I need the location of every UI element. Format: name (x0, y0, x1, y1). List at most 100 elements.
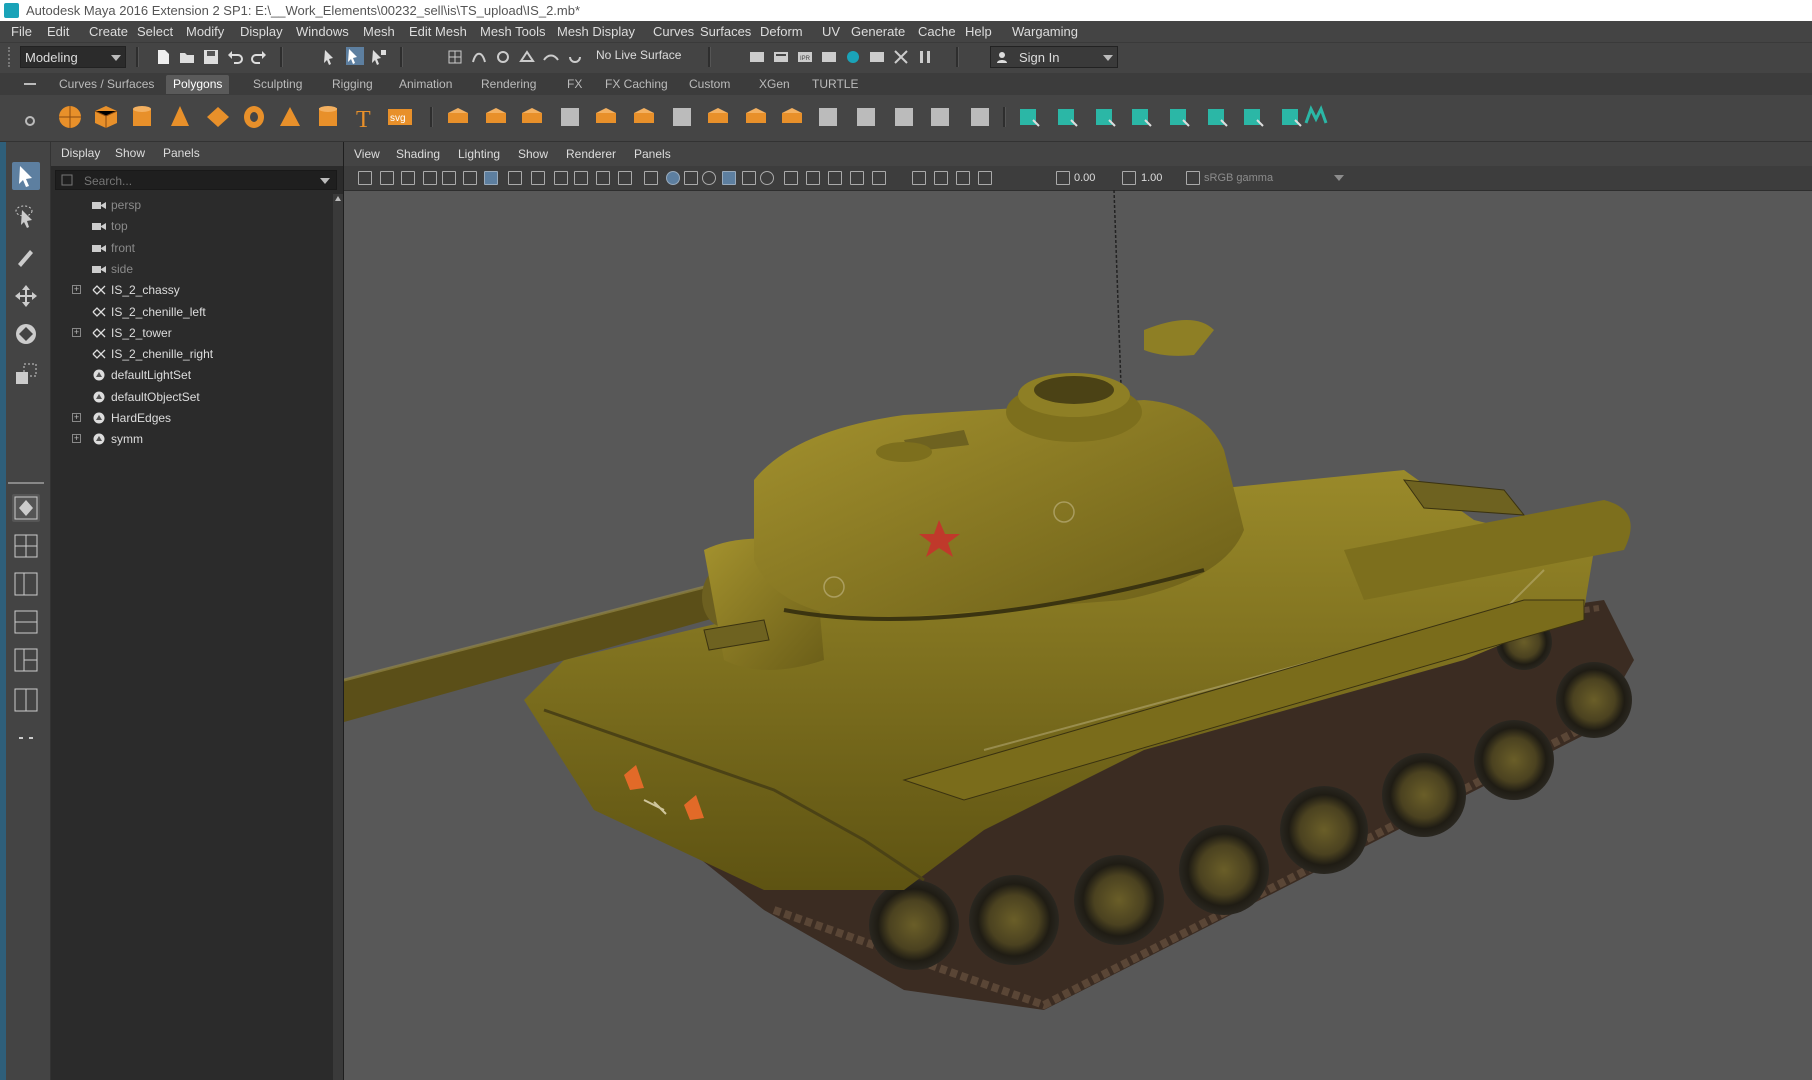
outliner-item[interactable]: IS_2_chenille_left (51, 302, 331, 323)
poly-cone-icon[interactable] (166, 103, 194, 131)
paint-select-tool[interactable] (12, 242, 40, 270)
uv-layout-icon[interactable] (1240, 103, 1268, 131)
safe-title-icon[interactable] (618, 171, 632, 185)
make-live-icon[interactable] (1016, 103, 1044, 131)
shelf-tab-rigging[interactable]: Rigging (325, 75, 380, 94)
maya-logo-icon[interactable] (1302, 103, 1330, 131)
backface-culling-icon[interactable] (978, 171, 992, 185)
outliner-menu-panels[interactable]: Panels (163, 146, 200, 160)
undo-icon[interactable] (226, 48, 244, 66)
viewport-menu-show[interactable]: Show (518, 147, 548, 161)
snap-curve-icon[interactable] (470, 48, 488, 66)
outliner-persp-layout-button[interactable] (12, 570, 40, 598)
shelf-settings-gear-icon[interactable] (24, 115, 36, 127)
ipr-render-icon[interactable]: IPR (796, 48, 814, 66)
gamma-value[interactable]: 1.00 (1141, 169, 1162, 187)
svg-tool-icon[interactable]: svg (386, 103, 414, 131)
snap-grid-icon[interactable] (446, 48, 464, 66)
ambient-occlusion-icon[interactable] (806, 171, 820, 185)
move-tool[interactable] (12, 282, 40, 310)
select-hierarchy-icon[interactable] (322, 48, 340, 66)
menu-generate[interactable]: Generate (851, 21, 905, 42)
snap-point-icon[interactable] (494, 48, 512, 66)
shadows-icon[interactable] (784, 171, 798, 185)
shelf-tab-rendering[interactable]: Rendering (474, 75, 543, 94)
menu-windows[interactable]: Windows (296, 21, 349, 42)
shelf-tab-custom[interactable]: Custom (682, 75, 737, 94)
select-tool[interactable] (12, 162, 40, 190)
tank-model[interactable] (344, 190, 1634, 1010)
chevron-down-icon[interactable] (1334, 175, 1344, 181)
mode-dropdown[interactable]: Modeling (20, 46, 126, 68)
textured-icon[interactable] (742, 171, 756, 185)
extract-icon[interactable] (592, 103, 620, 131)
layout-extra-button[interactable] (12, 686, 40, 714)
outliner-item[interactable]: front (51, 238, 331, 259)
shelf-tab-curves-surfaces[interactable]: Curves / Surfaces (52, 75, 161, 94)
outliner-item[interactable]: defaultObjectSet (51, 387, 331, 408)
field-chart-icon[interactable] (574, 171, 588, 185)
shelf-tab-turtle[interactable]: TURTLE (805, 75, 865, 94)
chevron-down-icon[interactable] (320, 178, 330, 184)
select-object-icon[interactable] (346, 47, 364, 65)
outliner-search-input[interactable] (82, 172, 306, 190)
hypershade-layout-button[interactable] (12, 646, 40, 674)
select-component-icon[interactable] (370, 48, 388, 66)
menu-curves[interactable]: Curves (653, 21, 694, 42)
fill-hole-icon[interactable] (852, 103, 880, 131)
snap-surface-icon[interactable] (542, 48, 560, 66)
extrude-icon[interactable] (778, 103, 806, 131)
redo-icon[interactable] (250, 48, 268, 66)
uv-unfold-icon[interactable] (1204, 103, 1232, 131)
use-all-lights-icon[interactable] (760, 171, 774, 185)
camera-attributes-icon[interactable] (380, 171, 394, 185)
outliner-item[interactable]: top (51, 216, 331, 237)
menu-create[interactable]: Create (89, 21, 128, 42)
shelf-tab-xgen[interactable]: XGen (752, 75, 797, 94)
pause-icon[interactable] (916, 48, 934, 66)
poly-torus-icon[interactable] (240, 103, 268, 131)
mirror-icon[interactable] (518, 103, 546, 131)
outliner-item[interactable]: + HardEdges (51, 408, 331, 429)
combine-icon[interactable] (444, 103, 472, 131)
outliner-item[interactable]: + symm (51, 429, 331, 450)
wireframe-on-shaded-icon[interactable] (702, 171, 716, 185)
color-management-icon[interactable] (1186, 171, 1200, 185)
outliner-menu-show[interactable]: Show (115, 146, 145, 160)
sign-in-dropdown[interactable]: Sign In (990, 46, 1118, 68)
xray-joints-icon[interactable] (934, 171, 948, 185)
type-tool-icon[interactable]: T (350, 103, 378, 131)
uv-auto-icon[interactable] (1166, 103, 1194, 131)
outliner-item[interactable]: IS_2_chenille_right (51, 344, 331, 365)
outliner-search-box[interactable] (55, 170, 337, 190)
expand-plus-icon[interactable]: + (72, 434, 81, 444)
poly-plane-icon[interactable] (204, 103, 232, 131)
menu-mesh-tools[interactable]: Mesh Tools (480, 21, 546, 42)
render-view-icon[interactable] (820, 48, 838, 66)
hypershade-icon[interactable] (844, 48, 862, 66)
motion-blur-icon[interactable] (828, 171, 842, 185)
single-perspective-layout-button[interactable] (12, 494, 40, 522)
viewport-menu-lighting[interactable]: Lighting (458, 147, 500, 161)
uv-planar-icon[interactable] (1054, 103, 1082, 131)
anti-aliasing-icon[interactable] (850, 171, 864, 185)
viewport-menu-shading[interactable]: Shading (396, 147, 440, 161)
menu-mesh[interactable]: Mesh (363, 21, 395, 42)
exposure-value[interactable]: 0.00 (1074, 169, 1095, 187)
menu-wargaming[interactable]: Wargaming (1012, 21, 1078, 42)
outliner-item[interactable]: + IS_2_tower (51, 323, 331, 344)
drag-handle[interactable] (8, 47, 14, 67)
poly-prism-icon[interactable] (276, 103, 304, 131)
grease-pencil-icon[interactable] (463, 171, 477, 185)
smooth-icon[interactable] (556, 103, 584, 131)
shelf-tab-sculpting[interactable]: Sculpting (246, 75, 309, 94)
menu-select[interactable]: Select (137, 21, 173, 42)
separate-icon[interactable] (482, 103, 510, 131)
menu-surfaces[interactable]: Surfaces (700, 21, 751, 42)
grid-icon[interactable] (484, 171, 498, 185)
snap-view-plane-icon[interactable] (518, 48, 536, 66)
render-icon[interactable] (748, 48, 766, 66)
viewport-scene[interactable] (344, 190, 1812, 1080)
viewport-menu-view[interactable]: View (354, 147, 380, 161)
default-material-icon[interactable] (684, 171, 698, 185)
